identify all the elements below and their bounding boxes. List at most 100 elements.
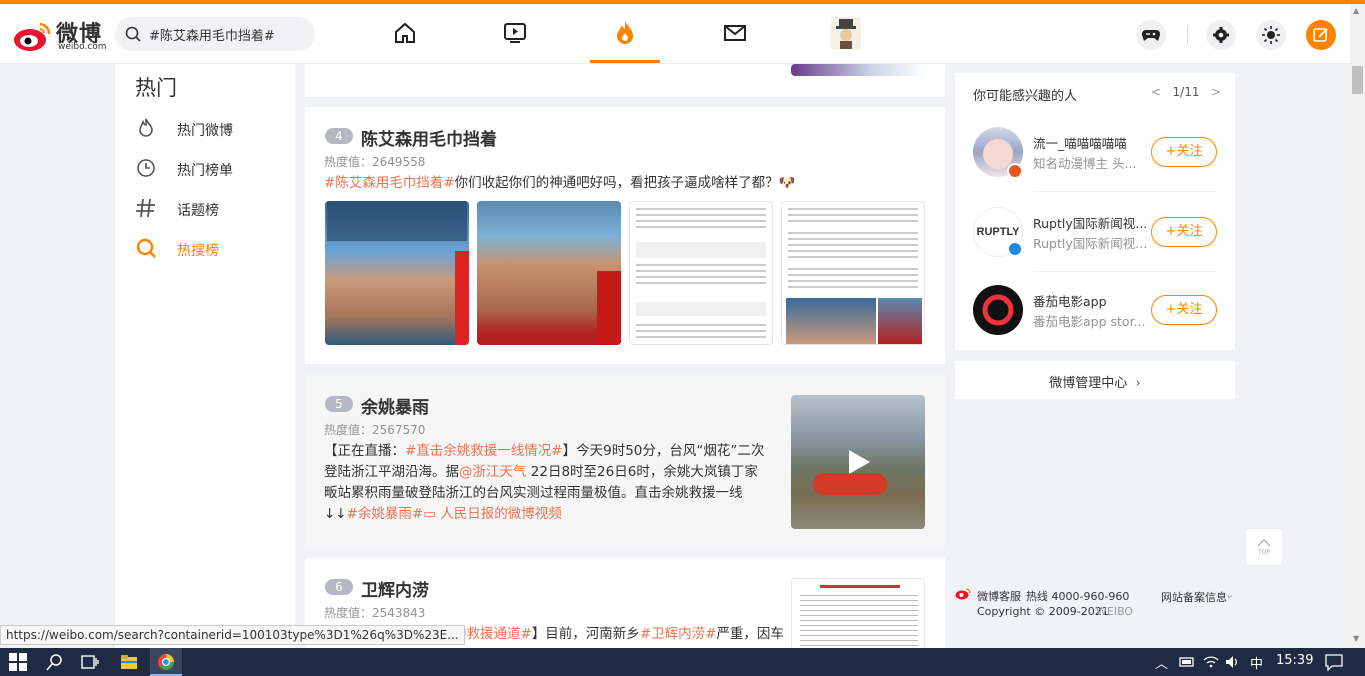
video-link-icon[interactable]: ▭ [423, 506, 440, 522]
scroll-up-arrow-icon[interactable]: ▲ [1353, 6, 1359, 15]
post-text: 助救援通道#】目前，河南新乡#卫辉内涝#严重，因车 [453, 624, 784, 645]
customer-service-link[interactable]: 微博客服 [977, 588, 1021, 604]
text-segment: 【正在直播： [324, 443, 405, 459]
volume-icon[interactable] [1224, 653, 1242, 671]
left-nav-item-hot-weibo[interactable]: 热门微博 [135, 117, 285, 141]
person-name[interactable]: Ruptly国际新闻视... [1033, 213, 1147, 232]
hotline-text: 热线 4000-960-960 [1026, 590, 1130, 603]
video-source-link[interactable]: 人民日报的微博视频 [440, 506, 562, 522]
avatar[interactable] [973, 285, 1023, 335]
chevron-down-icon[interactable]: ⌄ [1225, 588, 1234, 601]
previous-thumbnail[interactable] [791, 64, 925, 76]
post-image-1[interactable] [325, 201, 469, 345]
text-segment: 登陆浙江平湖沿海。据 [324, 464, 459, 480]
search-input[interactable]: #陈艾森用毛巾挡着# [149, 25, 275, 44]
hashtag-link[interactable]: 助救援通道# [453, 626, 532, 642]
suggested-person: 流一_喵喵喵喵喵 知名动漫博主 头... +关注 [973, 127, 1223, 187]
topic-title[interactable]: 陈艾森用毛巾挡着 [361, 125, 497, 150]
follow-button[interactable]: +关注 [1151, 295, 1217, 325]
play-icon[interactable] [843, 447, 873, 477]
mail-icon[interactable] [720, 18, 750, 48]
hot-icon[interactable] [610, 18, 640, 48]
mention-link[interactable]: @浙江天气 [459, 464, 527, 480]
post-image-3[interactable] [629, 201, 773, 345]
home-icon[interactable] [390, 18, 420, 48]
active-tab-indicator [590, 60, 660, 63]
hashtag-link[interactable]: #卫辉内涝# [640, 626, 717, 642]
record-info-link[interactable]: 网站备案信息 [1161, 589, 1227, 605]
follow-button[interactable]: +关注 [1151, 217, 1217, 247]
left-nav-item-hot-list[interactable]: 热门榜单 [135, 157, 285, 181]
page-indicator: 1/11 [1172, 85, 1200, 99]
chevron-right-icon: › [1131, 376, 1141, 391]
person-desc: 知名动漫博主 头... [1033, 156, 1137, 171]
scroll-down-arrow-icon[interactable]: ▼ [1353, 634, 1359, 643]
suggested-title: 你可能感兴趣的人 [973, 89, 1078, 104]
topic-title[interactable]: 余姚暴雨 [361, 393, 429, 418]
hashtag-link[interactable]: #余姚暴雨# [347, 506, 424, 522]
weibo-logo[interactable]: 微博 weibo.com [12, 14, 107, 54]
write-icon[interactable] [1306, 20, 1336, 50]
follow-button[interactable]: +关注 [1151, 137, 1217, 167]
browser-taskbar-button[interactable] [150, 648, 182, 676]
file-explorer-icon[interactable] [120, 653, 138, 671]
rank-badge: 4 [325, 128, 353, 144]
next-page-icon[interactable]: > [1211, 85, 1221, 99]
clock-icon [137, 159, 155, 177]
suggested-people-card: 你可能感兴趣的人 < 1/11 > 流一_喵喵喵喵喵 知名动漫博主 头... +… [955, 73, 1235, 350]
rank-badge: 6 [325, 579, 353, 595]
windows-start-icon[interactable] [9, 653, 27, 671]
game-icon[interactable] [1136, 20, 1166, 50]
left-nav-label: 热门微博 [177, 123, 233, 139]
divider [1033, 271, 1217, 272]
manage-center-card[interactable]: 微博管理中心 › [955, 361, 1235, 399]
task-view-icon[interactable] [81, 653, 99, 671]
battery-icon[interactable] [1178, 653, 1196, 671]
document-thumbnail[interactable] [791, 578, 925, 654]
left-navigation: 热门 热门微博 热门榜单 话题榜 热搜榜 [115, 64, 295, 654]
user-avatar[interactable] [831, 17, 861, 49]
scrollbar-thumb[interactable] [1352, 66, 1363, 94]
video-icon[interactable] [500, 18, 530, 48]
left-nav-label: 热门榜单 [177, 163, 233, 179]
person-desc: Ruptly国际新闻视... [1033, 236, 1147, 251]
clock-time[interactable]: 15:39 [1276, 653, 1313, 668]
input-method-indicator[interactable]: 中 [1250, 653, 1263, 672]
post-image-2[interactable] [477, 201, 621, 345]
tray-chevron-up-icon[interactable]: ︿ [1155, 653, 1168, 672]
flame-icon [139, 118, 153, 137]
back-to-top-button[interactable]: TOP [1245, 528, 1283, 566]
person-desc: 番茄电影app stor... [1033, 314, 1146, 329]
settings-icon[interactable] [1206, 20, 1236, 50]
hashtag-link[interactable]: #陈艾森用毛巾挡着# [324, 175, 455, 191]
post-image-4[interactable] [781, 201, 925, 345]
feed-card-rank-4: 4 陈艾森用毛巾挡着 热度值：2649558 #陈艾森用毛巾挡着#你们收起你们的… [305, 107, 945, 364]
left-nav-item-hot-search[interactable]: 热搜榜 [135, 237, 285, 261]
feed-card-rank-5: 5 余姚暴雨 热度值：2567570 【正在直播：#直击余姚救援一线情况#】今天… [305, 375, 945, 547]
copyright-text: Copyright © 2009-2021 [977, 605, 1109, 618]
theme-icon[interactable] [1256, 20, 1286, 50]
search-box[interactable]: #陈艾森用毛巾挡着# [115, 17, 315, 51]
heat-value: 热度值：2567570 [324, 423, 426, 437]
notification-icon[interactable] [1325, 653, 1343, 671]
prev-page-icon[interactable]: < [1151, 85, 1161, 99]
search-icon[interactable] [46, 653, 64, 671]
topic-title[interactable]: 卫辉内涝 [361, 576, 429, 601]
browser-icon [158, 654, 174, 670]
text-segment: 】目前，河南新乡 [531, 626, 640, 642]
manage-center-link[interactable]: 微博管理中心 › [955, 372, 1235, 391]
logo-subtext: weibo.com [58, 42, 107, 52]
text-segment: 22日8时至26日6时，余姚大岚镇丁家 [526, 464, 758, 480]
rank-badge: 5 [325, 396, 353, 412]
header-divider [1187, 26, 1188, 44]
person-name[interactable]: 流一_喵喵喵喵喵 [1033, 133, 1147, 152]
video-thumbnail[interactable] [791, 395, 925, 529]
person-name[interactable]: 番茄电影app [1033, 291, 1147, 310]
vertical-scrollbar[interactable]: ▲ ▼ [1350, 4, 1365, 648]
wifi-icon[interactable] [1202, 653, 1220, 671]
heat-value: 热度值：2649558 [324, 155, 426, 169]
hashtag-link[interactable]: #直击余姚救援一线情况# [405, 443, 563, 459]
chevron-up-icon [1257, 538, 1271, 546]
left-nav-item-topics[interactable]: 话题榜 [135, 197, 285, 221]
text-segment: 】今天9时50分，台风“烟花”二次 [562, 443, 765, 459]
